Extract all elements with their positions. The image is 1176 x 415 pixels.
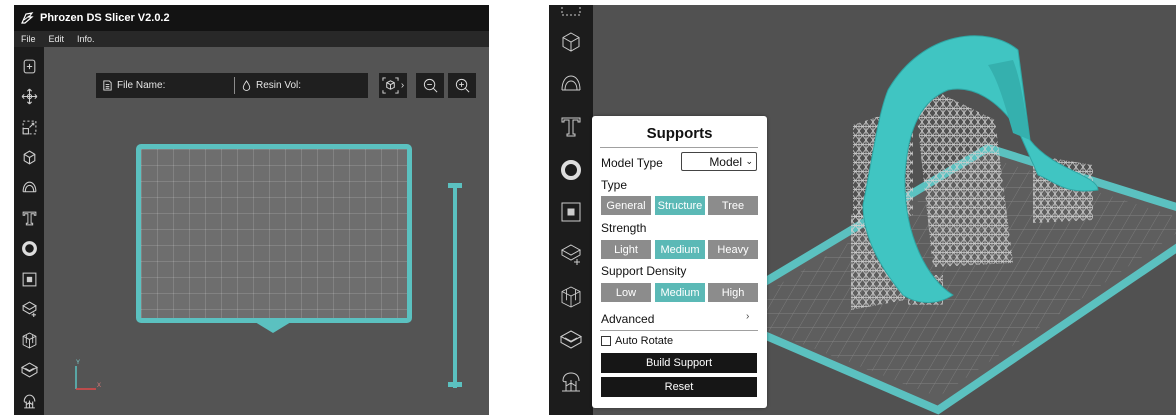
scale-icon[interactable] xyxy=(557,5,585,21)
model-type-label: Model Type xyxy=(601,156,663,170)
strength-light-button[interactable]: Light xyxy=(601,240,651,259)
phrozen-logo-icon xyxy=(21,12,34,24)
supports-icon[interactable] xyxy=(19,390,39,412)
density-label: Support Density xyxy=(601,264,687,278)
view-cube-caret: › xyxy=(400,80,405,91)
auto-arrange-icon[interactable] xyxy=(557,240,585,270)
strength-heavy-button[interactable]: Heavy xyxy=(708,240,758,259)
app-title: Phrozen DS Slicer V2.0.2 xyxy=(40,12,170,24)
rotate-icon[interactable] xyxy=(557,27,585,57)
type-general-button[interactable]: General xyxy=(601,196,651,215)
file-info-bar: File Name: Resin Vol: xyxy=(96,73,368,98)
reset-button[interactable]: Reset xyxy=(601,377,757,397)
title-bar: Phrozen DS Slicer V2.0.2 xyxy=(14,5,489,31)
auto-rotate-label: Auto Rotate xyxy=(615,335,674,347)
chevron-right-icon: › xyxy=(746,311,750,322)
text-icon[interactable] xyxy=(557,112,585,142)
strength-label: Strength xyxy=(601,221,647,235)
chevron-down-icon: ⌄ xyxy=(745,156,753,166)
type-tree-button[interactable]: Tree xyxy=(708,196,758,215)
file-icon xyxy=(103,80,112,91)
dental-arch-icon[interactable] xyxy=(19,176,39,198)
text-icon[interactable] xyxy=(19,207,39,229)
advanced-toggle[interactable]: Advanced xyxy=(601,312,654,326)
ring-icon[interactable] xyxy=(19,237,39,259)
square-icon[interactable] xyxy=(557,197,585,227)
drop-icon xyxy=(242,80,251,91)
menu-info[interactable]: Info. xyxy=(77,34,95,44)
layer-slider-bottom-handle[interactable] xyxy=(448,382,462,387)
build-plate xyxy=(136,144,412,323)
divider xyxy=(600,147,758,148)
model-type-select[interactable]: Model ⌄ xyxy=(681,152,757,171)
density-low-button[interactable]: Low xyxy=(601,283,651,302)
file-name-label: File Name: xyxy=(117,80,166,91)
axis-gizmo: Y X xyxy=(75,360,101,390)
view-cube-icon xyxy=(382,77,399,94)
panel-title: Supports xyxy=(646,125,713,142)
supports-panel: Supports Model Type Model ⌄ Type General… xyxy=(592,116,767,408)
axis-x-label: X xyxy=(97,383,101,389)
divider xyxy=(600,330,758,331)
view-cube-button[interactable]: › xyxy=(379,73,407,98)
wireframe-cube-icon[interactable] xyxy=(19,329,39,351)
plate-front-marker xyxy=(255,322,291,333)
menu-edit[interactable]: Edit xyxy=(49,34,65,44)
axis-y-label: Y xyxy=(76,360,80,366)
ring-icon[interactable] xyxy=(557,155,585,185)
divider xyxy=(234,77,235,94)
left-toolbar xyxy=(14,47,44,415)
wireframe-cube-icon[interactable] xyxy=(557,282,585,312)
auto-arrange-icon[interactable] xyxy=(19,298,39,320)
menu-file[interactable]: File xyxy=(21,34,36,44)
build-support-button[interactable]: Build Support xyxy=(601,353,757,373)
density-high-button[interactable]: High xyxy=(708,283,758,302)
slicer-window-empty: Phrozen DS Slicer V2.0.2 File Edit Info. xyxy=(14,5,489,415)
zoom-out-icon xyxy=(423,78,437,93)
scale-icon[interactable] xyxy=(19,116,39,138)
layer-slider-track[interactable] xyxy=(453,186,457,388)
type-label: Type xyxy=(601,178,628,192)
zoom-in-icon xyxy=(455,78,469,93)
right-toolbar xyxy=(549,5,593,415)
zoom-in-button[interactable] xyxy=(448,73,476,98)
type-structure-button[interactable]: Structure xyxy=(655,196,705,215)
menu-bar: File Edit Info. xyxy=(14,31,489,47)
auto-rotate-checkbox[interactable] xyxy=(601,336,611,346)
rotate-icon[interactable] xyxy=(19,146,39,168)
supports-icon[interactable] xyxy=(557,367,585,397)
dental-arch-icon[interactable] xyxy=(557,69,585,99)
move-icon[interactable] xyxy=(19,85,39,107)
resin-vol-label: Resin Vol: xyxy=(256,80,302,91)
strength-medium-button[interactable]: Medium xyxy=(655,240,705,259)
density-medium-button[interactable]: Medium xyxy=(655,283,705,302)
layer-slider-top-handle[interactable] xyxy=(448,183,462,188)
zoom-out-button[interactable] xyxy=(416,73,444,98)
square-icon[interactable] xyxy=(19,268,39,290)
hollow-icon[interactable] xyxy=(19,359,39,381)
add-file-icon[interactable] xyxy=(19,55,39,77)
model-type-value: Model xyxy=(709,154,742,169)
hollow-icon[interactable] xyxy=(557,325,585,355)
